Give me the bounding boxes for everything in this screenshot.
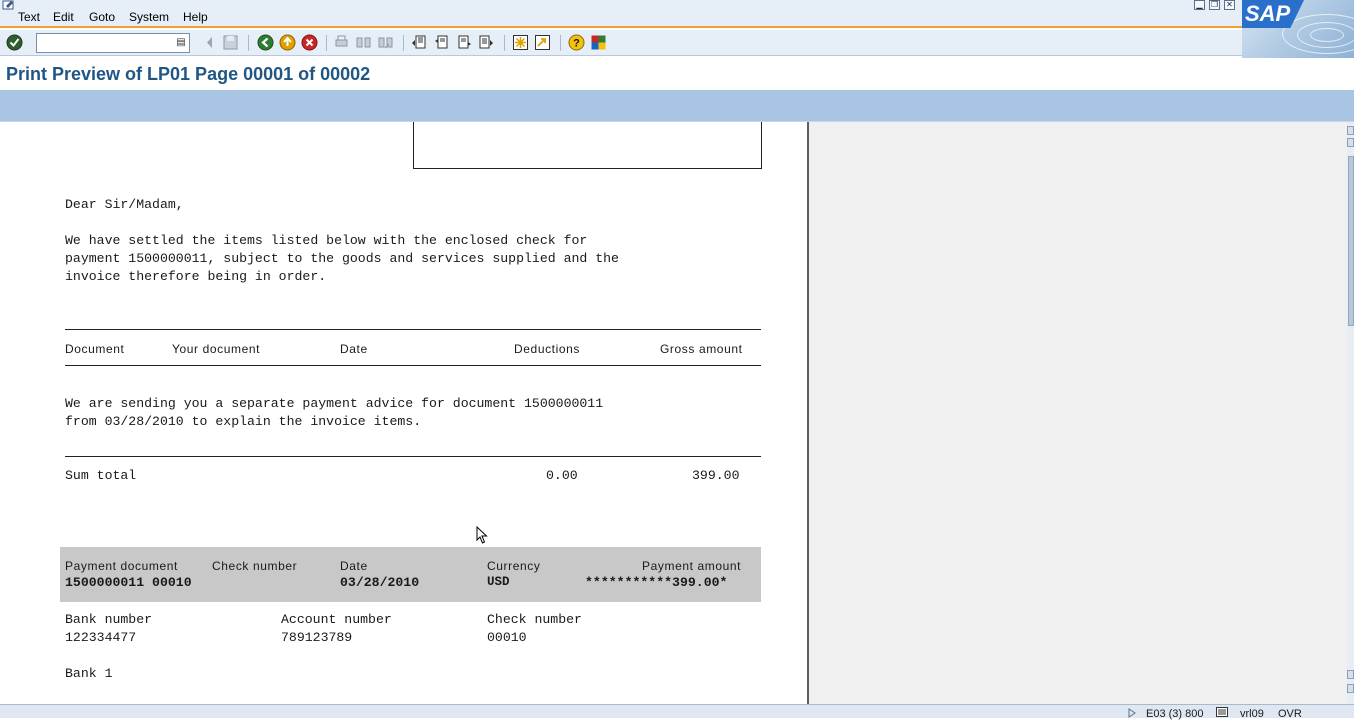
menu-bar: Text Edit Goto System Help ▁ ❐ ✕ — [0, 0, 1354, 28]
payment-date-header: Date — [340, 559, 368, 573]
col-document: Document — [65, 342, 125, 356]
divider — [65, 365, 761, 366]
menu-help[interactable]: Help — [183, 10, 208, 24]
back-icon[interactable] — [257, 34, 274, 51]
status-expand-icon[interactable] — [1128, 708, 1136, 718]
col-your-document: Your document — [172, 342, 261, 356]
sap-logo-text: SAP — [1245, 1, 1291, 26]
scroll-page-up-icon[interactable] — [1347, 138, 1354, 147]
title-bar: Print Preview of LP01 Page 00001 of 0000… — [0, 58, 1354, 90]
shortcut-icon[interactable] — [534, 34, 551, 51]
payment-document-header: Payment document — [65, 559, 178, 573]
sum-total-deductions: 0.00 — [546, 468, 578, 483]
find-next-icon — [378, 37, 393, 49]
scroll-page-down-icon[interactable] — [1347, 670, 1354, 679]
status-server: vrl09 — [1240, 708, 1264, 720]
intro-line-1: We have settled the items listed below w… — [65, 233, 588, 248]
advice-line-2: from 03/28/2010 to explain the invoice i… — [65, 414, 422, 429]
next-page-icon[interactable] — [456, 34, 473, 51]
print-icon — [335, 35, 348, 47]
payment-document-value: 1500000011 00010 — [65, 575, 192, 590]
standard-toolbar: ▤ ? — [0, 30, 1242, 56]
mouse-pointer-icon — [476, 526, 488, 544]
menu-text[interactable]: Text — [18, 10, 40, 24]
check-number-label: Check number — [487, 612, 582, 627]
menu-system[interactable]: System — [129, 10, 169, 24]
enter-icon[interactable] — [6, 34, 23, 51]
customize-layout-icon[interactable] — [590, 34, 607, 51]
close-icon[interactable]: ✕ — [1224, 0, 1235, 10]
payment-amount-value: ***********399.00* — [585, 575, 728, 590]
currency-value: USD — [487, 575, 510, 589]
divider — [65, 329, 761, 330]
sum-total-label: Sum total — [65, 468, 137, 483]
payment-amount-header: Payment amount — [642, 559, 742, 573]
scroll-down-icon[interactable] — [1347, 684, 1354, 693]
check-number-header: Check number — [212, 559, 298, 573]
payment-date-value: 03/28/2010 — [340, 575, 420, 590]
status-mode: OVR — [1278, 708, 1302, 720]
status-list-icon[interactable] — [1216, 707, 1228, 717]
sum-total-gross: 399.00 — [692, 468, 740, 483]
address-box — [413, 122, 762, 169]
restore-icon[interactable]: ❐ — [1209, 0, 1220, 10]
application-toolbar — [0, 90, 1354, 122]
page-title: Print Preview of LP01 Page 00001 of 0000… — [6, 64, 371, 84]
svg-text:?: ? — [573, 38, 580, 50]
check-number-value: 00010 — [487, 630, 527, 645]
salutation: Dear Sir/Madam, — [65, 197, 184, 212]
status-bar: E03 (3) 800 vrl09 OVR — [0, 704, 1354, 720]
print-preview-page: Dear Sir/Madam, We have settled the item… — [0, 122, 807, 704]
vertical-scrollbar[interactable] — [1347, 122, 1354, 704]
find-icon — [356, 37, 371, 48]
sap-logo: SAP — [1242, 0, 1354, 58]
scrollbar-thumb[interactable] — [1348, 156, 1354, 326]
currency-header: Currency — [487, 559, 541, 573]
bank-name: Bank 1 — [65, 666, 113, 681]
intro-line-3: invoice therefore being in order. — [65, 269, 327, 284]
create-session-icon[interactable] — [512, 34, 529, 51]
menu-edit[interactable]: Edit — [53, 10, 74, 24]
scroll-up-icon[interactable] — [1347, 126, 1354, 135]
col-deductions: Deductions — [514, 342, 581, 356]
command-field-dropdown-icon[interactable]: ▤ — [175, 36, 187, 50]
window-menu-icon[interactable] — [2, 0, 16, 10]
bank-number-value: 122334477 — [65, 630, 137, 645]
intro-line-2: payment 1500000011, subject to the goods… — [65, 251, 619, 266]
first-page-icon[interactable] — [410, 34, 427, 51]
divider — [65, 456, 761, 457]
account-number-label: Account number — [281, 612, 392, 627]
col-gross-amount: Gross amount — [660, 342, 743, 356]
command-field[interactable]: ▤ — [36, 33, 190, 53]
cancel-icon[interactable] — [301, 34, 318, 51]
menu-goto[interactable]: Goto — [89, 10, 115, 24]
preview-background — [807, 122, 1347, 704]
bank-number-label: Bank number — [65, 612, 153, 627]
previous-disabled-icon — [207, 37, 212, 48]
col-date: Date — [340, 342, 368, 356]
save-icon — [223, 35, 238, 50]
help-icon[interactable]: ? — [568, 34, 585, 51]
minimize-icon[interactable]: ▁ — [1194, 0, 1205, 10]
status-system: E03 (3) 800 — [1146, 708, 1204, 720]
advice-line-1: We are sending you a separate payment ad… — [65, 396, 604, 411]
account-number-value: 789123789 — [281, 630, 353, 645]
previous-page-icon[interactable] — [433, 34, 450, 51]
last-page-icon[interactable] — [478, 34, 495, 51]
exit-icon[interactable] — [279, 34, 296, 51]
